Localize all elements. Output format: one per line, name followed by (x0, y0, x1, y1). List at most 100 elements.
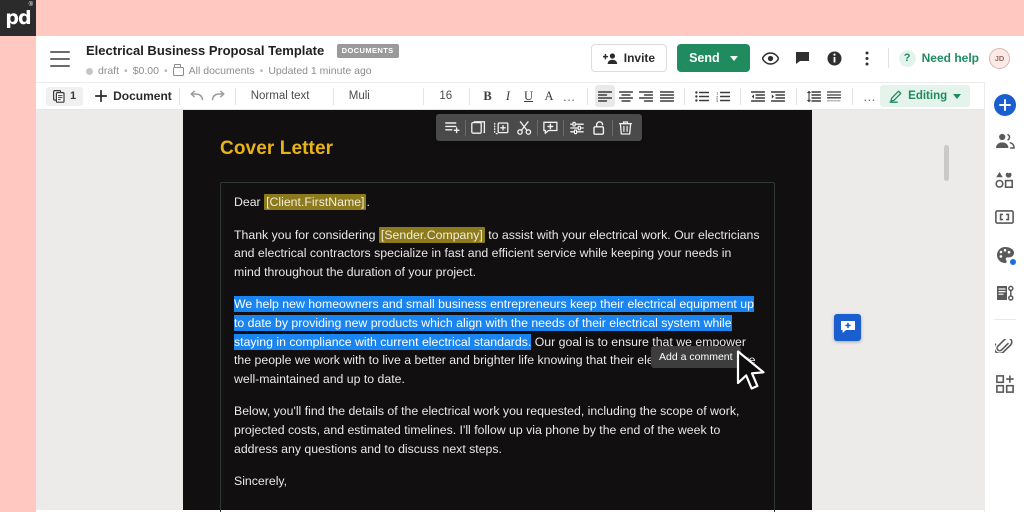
sidebar-item-addons[interactable] (992, 371, 1018, 397)
delete-icon[interactable] (614, 116, 637, 139)
meta-sep-1: • (124, 65, 128, 77)
chevron-down-icon (953, 93, 962, 99)
add-block-icon[interactable] (441, 116, 464, 139)
editing-mode-button[interactable]: Editing (880, 85, 971, 107)
meta-sep-3: • (259, 65, 264, 77)
cut-icon[interactable] (513, 116, 536, 139)
sidebar-item-variables[interactable] (992, 204, 1018, 230)
send-button[interactable]: Send (677, 44, 750, 72)
pandadoc-logo[interactable]: pd ® (0, 0, 36, 36)
logo-registered-mark: ® (28, 2, 33, 8)
header-divider (887, 48, 889, 68)
redo-icon[interactable] (207, 85, 228, 107)
text-style-select[interactable]: Normal text (243, 90, 326, 102)
editing-label: Editing (908, 90, 948, 102)
eye-icon[interactable] (760, 47, 782, 69)
page-count-button[interactable]: 1 (46, 86, 84, 106)
chevron-down-icon (729, 55, 738, 61)
italic-button[interactable]: I (498, 85, 519, 107)
info-icon[interactable] (824, 47, 846, 69)
recipients-icon (995, 133, 1015, 149)
send-label: Send (689, 51, 720, 65)
sidebar-item-content-library[interactable] (992, 166, 1018, 192)
unlock-icon[interactable] (588, 116, 611, 139)
align-right-icon[interactable] (636, 85, 657, 107)
font-size-select[interactable]: 16 (431, 90, 462, 102)
folder-icon (172, 64, 184, 76)
paragraph-spacing-icon[interactable] (824, 85, 845, 107)
plus-icon (95, 90, 108, 102)
sidebar-item-theme-palette[interactable] (992, 242, 1018, 268)
settings-sliders-icon[interactable] (565, 116, 588, 139)
insert-frame-icon[interactable] (490, 116, 513, 139)
align-justify-icon[interactable] (656, 85, 677, 107)
block-divider-3 (563, 119, 564, 136)
sidebar-item-workflow[interactable] (992, 280, 1018, 306)
tooltip: Add a comment (651, 346, 741, 368)
block-divider-4 (612, 119, 613, 136)
pages-icon (53, 89, 65, 103)
pencil-icon (889, 90, 902, 103)
vertical-scrollbar[interactable] (944, 145, 949, 181)
meta-folder[interactable]: All documents (189, 65, 255, 77)
plus-icon (998, 99, 1011, 111)
font-family-select[interactable]: Muli (341, 90, 417, 102)
status-badge: DOCUMENTS (336, 43, 399, 58)
toolbar-divider-5 (469, 87, 471, 105)
sidebar-item-recipients[interactable] (992, 128, 1018, 154)
add-comment-icon[interactable] (539, 116, 562, 139)
invite-button[interactable]: Invite (590, 44, 668, 72)
content-library-icon (995, 171, 1014, 188)
duplicate-icon[interactable] (467, 116, 490, 139)
attachment-icon (995, 339, 1013, 353)
line-spacing-icon[interactable] (804, 85, 825, 107)
document-canvas: Cover Letter Dear [Client.FirstName]. Th… (36, 110, 1024, 512)
page-count-value: 1 (70, 90, 77, 102)
workflow-icon (996, 285, 1014, 301)
align-center-icon[interactable] (615, 85, 636, 107)
greeting-prefix: Dear (234, 195, 265, 209)
screen-root: pd ® Electrical Business Proposal Templa… (0, 0, 1024, 512)
hamburger-icon[interactable] (50, 51, 70, 67)
need-help-button[interactable]: ? Need help (898, 49, 979, 67)
add-comment-bubble-icon[interactable] (834, 314, 861, 341)
more-options-button[interactable]: … (860, 85, 881, 107)
paragraph-intro: Thank you for considering [Sender.Compan… (234, 226, 761, 282)
more-vertical-icon[interactable] (856, 47, 878, 69)
numbered-list-icon[interactable]: 1 2 3 (712, 85, 733, 107)
variable-token-sender-company[interactable]: [Sender.Company] (378, 226, 485, 243)
right-sidebar (984, 82, 1024, 512)
toolbar-divider-6 (586, 87, 588, 105)
bold-button[interactable]: B (477, 85, 498, 107)
text-color-button[interactable]: A (539, 85, 560, 107)
toolbar-divider-8 (739, 87, 741, 105)
section-heading: Cover Letter (220, 138, 334, 159)
need-help-label: Need help (921, 51, 979, 65)
comment-icon[interactable] (792, 47, 814, 69)
add-document-label: Document (113, 89, 172, 103)
greeting-suffix: . (366, 195, 370, 209)
more-text-format-button[interactable]: … (559, 85, 580, 107)
add-user-icon (602, 52, 617, 64)
avatar[interactable]: JD (989, 47, 1010, 69)
toolbar-divider-3 (332, 87, 334, 105)
page-title: Electrical Business Proposal Template (86, 43, 325, 59)
bullet-list-icon[interactable] (692, 85, 713, 107)
undo-icon[interactable] (187, 85, 208, 107)
logo-text: pd (5, 7, 31, 29)
addons-icon (995, 375, 1014, 393)
formatting-toolbar: 1 Document Normal text Muli 16 B I U A …… (36, 82, 1024, 110)
outdent-icon[interactable] (748, 85, 769, 107)
align-left-icon[interactable] (594, 85, 616, 107)
indent-icon[interactable] (768, 85, 789, 107)
paragraph-selected: We help new homeowners and small busines… (234, 295, 761, 388)
underline-button[interactable]: U (518, 85, 539, 107)
sidebar-item-add-content[interactable] (993, 94, 1016, 116)
sidebar-item-attachment[interactable] (992, 333, 1018, 359)
add-document-button[interactable]: Document (95, 89, 172, 103)
meta-status: draft (98, 65, 120, 77)
svg-text:3: 3 (716, 98, 719, 102)
palette-color-dot (1009, 259, 1016, 265)
document-title-group: Electrical Business Proposal Template DO… (86, 42, 399, 77)
variable-token-client-firstname[interactable]: [Client.FirstName] (264, 194, 367, 210)
